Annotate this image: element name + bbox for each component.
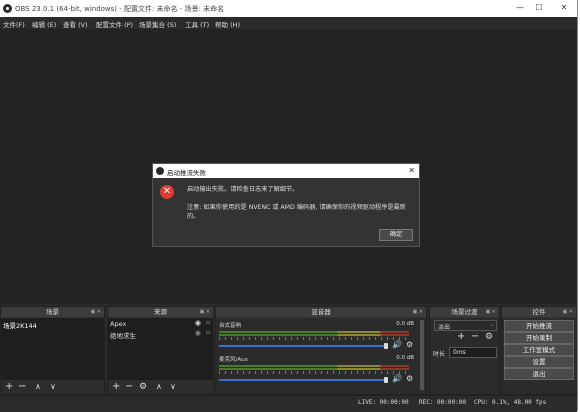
dialog-close-icon[interactable]: ✕ — [408, 166, 415, 175]
controls-dock: 控件 ▣ ✕ 开始推流 开始录制 工作室模式 设置 退出 — [501, 306, 577, 395]
add-source-icon[interactable]: + — [112, 381, 120, 393]
volume-meter — [219, 365, 409, 367]
scenes-dock: 场景 ▣ ✕ 场景2K144 + − ∧ ∨ — [0, 306, 105, 395]
menu-scene-collection[interactable]: 场景集合 (S) — [139, 19, 176, 29]
add-scene-icon[interactable]: + — [5, 381, 13, 393]
remove-transition-icon[interactable]: − — [471, 331, 479, 342]
add-transition-icon[interactable]: + — [457, 331, 465, 342]
volume-slider-handle[interactable] — [384, 343, 388, 349]
exit-button[interactable]: 退出 — [504, 368, 574, 380]
move-down-icon[interactable]: ∨ — [50, 381, 56, 393]
audio-mixer-dock: 混音器 ▣ ✕ 台式音响 0.0 dB 🔊 ⚙ 麦克风/Aux 0.0 dB 🔊 … — [215, 306, 427, 395]
meter-scale — [219, 371, 409, 374]
channel-settings-gear-icon[interactable]: ⚙ — [406, 374, 413, 383]
volume-slider-handle[interactable] — [384, 377, 388, 383]
mixer-channel-db: 0.0 dB — [396, 355, 414, 361]
scenes-dock-title: 场景 — [46, 308, 59, 316]
menu-help[interactable]: 帮助 (H) — [215, 19, 240, 29]
dialog-title: 启动推流失败 — [167, 169, 206, 177]
dock-float-close-icon[interactable]: ▣ ✕ — [412, 307, 423, 317]
speaker-icon[interactable]: 🔊 — [392, 374, 402, 383]
dock-float-close-icon[interactable]: ▣ ✕ — [562, 307, 573, 317]
studio-mode-button[interactable]: 工作室模式 — [504, 344, 574, 356]
menu-view[interactable]: 查看 (V) — [63, 19, 88, 29]
duration-value: 0ms — [453, 349, 466, 356]
transitions-dock-title: 场景过渡 — [451, 308, 478, 316]
duration-input[interactable]: 0ms — [449, 347, 497, 358]
move-up-icon[interactable]: ∧ — [156, 381, 162, 393]
remove-source-icon[interactable]: − — [125, 381, 133, 393]
status-bar: LIVE: 00:00:00 REC: 00:00:00 CPU: 0.1%, … — [0, 395, 577, 412]
mixer-dock-title: 混音器 — [311, 308, 331, 316]
lock-icon[interactable]: ▫ — [206, 329, 210, 336]
transition-properties-gear-icon[interactable]: ⚙ — [485, 332, 493, 342]
speaker-icon[interactable]: 🔊 — [392, 340, 402, 349]
settings-button[interactable]: 设置 — [504, 356, 574, 368]
duration-label: 时长 — [433, 351, 446, 358]
dock-float-close-icon[interactable]: ▣ ✕ — [90, 307, 101, 317]
source-item[interactable]: 绝地求生 — [110, 330, 136, 340]
dialog-title-bar: 启动推流失败 ✕ — [153, 164, 419, 178]
volume-slider[interactable] — [219, 379, 387, 381]
scenes-list[interactable]: 场景2K144 — [1, 318, 104, 380]
ok-button[interactable]: 确定 — [379, 229, 413, 241]
error-dialog: 启动推流失败 ✕ ✕ 启动输出失败。请检查日志来了解细节。 注意: 如果你使用的… — [152, 163, 420, 247]
mixer-channel-name: 麦克风/Aux — [219, 357, 248, 363]
menu-profile[interactable]: 配置文件 (P) — [96, 19, 133, 29]
menu-bar: 文件(F) 编辑 (E) 查看 (V) 配置文件 (P) 场景集合 (S) 工具… — [0, 17, 577, 29]
mixer-channel-db: 0.0 dB — [396, 321, 414, 327]
title-bar: OBS 23.0.1 (64-bit, windows) - 配置文件: 未命名… — [0, 0, 577, 17]
obs-logo-icon — [3, 4, 12, 13]
source-properties-gear-icon[interactable]: ⚙ — [139, 381, 147, 393]
meter-scale — [219, 337, 409, 340]
menu-tools[interactable]: 工具 (T) — [185, 19, 209, 29]
transition-select[interactable]: 淡出 ⌄ — [434, 320, 497, 331]
chevron-down-icon: ⌄ — [489, 322, 494, 328]
visibility-eye-icon[interactable]: ◉ — [195, 329, 201, 337]
start-recording-button[interactable]: 开始录制 — [504, 332, 574, 344]
dock-float-close-icon[interactable]: ▣ ✕ — [199, 307, 210, 317]
volume-meter — [219, 331, 409, 333]
move-up-icon[interactable]: ∧ — [35, 381, 41, 393]
dialog-message-line: 启动输出失败。请检查日志来了解细节。 — [187, 186, 299, 193]
sources-dock: 来源 ▣ ✕ Apex 绝地求生 ◉ ▫ ◉ ▫ + − ⚙ ∧ ∨ — [107, 306, 214, 395]
dialog-message-line: 注意: 如果你使用的是 NVENC 或 AMD 编码器, 请确保你的视频驱动程序… — [187, 204, 406, 211]
sources-list[interactable]: Apex 绝地求生 ◉ ▫ ◉ ▫ — [108, 318, 213, 380]
scene-transitions-dock: 场景过渡 ▣ ✕ 淡出 ⌄ + − ⚙ 时长 0ms — [429, 306, 500, 395]
menu-edit[interactable]: 编辑 (E) — [32, 19, 56, 29]
start-streaming-button[interactable]: 开始推流 — [504, 320, 574, 332]
visibility-eye-icon[interactable]: ◉ — [195, 319, 201, 327]
volume-meter — [219, 368, 409, 370]
mixer-scrollbar[interactable] — [420, 320, 424, 390]
dialog-message-line: 的。 — [187, 213, 200, 220]
source-item[interactable]: Apex — [110, 320, 126, 328]
rec-timer: REC: 00:00:00 — [419, 399, 466, 406]
scene-item[interactable]: 场景2K144 — [3, 320, 37, 330]
obs-window: OBS 23.0.1 (64-bit, windows) - 配置文件: 未命名… — [0, 0, 578, 412]
live-timer: LIVE: 00:00:00 — [358, 399, 409, 406]
dock-float-close-icon[interactable]: ▣ ✕ — [485, 307, 496, 317]
move-down-icon[interactable]: ∨ — [170, 381, 176, 393]
volume-slider[interactable] — [219, 345, 387, 347]
volume-meter — [219, 334, 409, 336]
close-button[interactable]: ✕ — [557, 2, 571, 14]
cpu-fps-readout: CPU: 0.1%, 48.00 fps — [474, 399, 547, 406]
controls-dock-title: 控件 — [532, 308, 546, 316]
remove-scene-icon[interactable]: − — [18, 381, 26, 393]
obs-logo-icon — [156, 167, 164, 175]
lock-icon[interactable]: ▫ — [206, 319, 210, 326]
transition-select-value: 淡出 — [438, 324, 451, 331]
channel-settings-gear-icon[interactable]: ⚙ — [406, 340, 413, 349]
error-icon: ✕ — [160, 185, 174, 199]
menu-file[interactable]: 文件(F) — [3, 19, 25, 29]
maximize-button[interactable]: ☐ — [532, 2, 546, 14]
minimize-button[interactable]: — — [513, 2, 527, 14]
mixer-channel-name: 台式音响 — [219, 323, 242, 329]
sources-dock-title: 来源 — [154, 308, 167, 316]
window-title: OBS 23.0.1 (64-bit, windows) - 配置文件: 未命名… — [15, 5, 225, 13]
